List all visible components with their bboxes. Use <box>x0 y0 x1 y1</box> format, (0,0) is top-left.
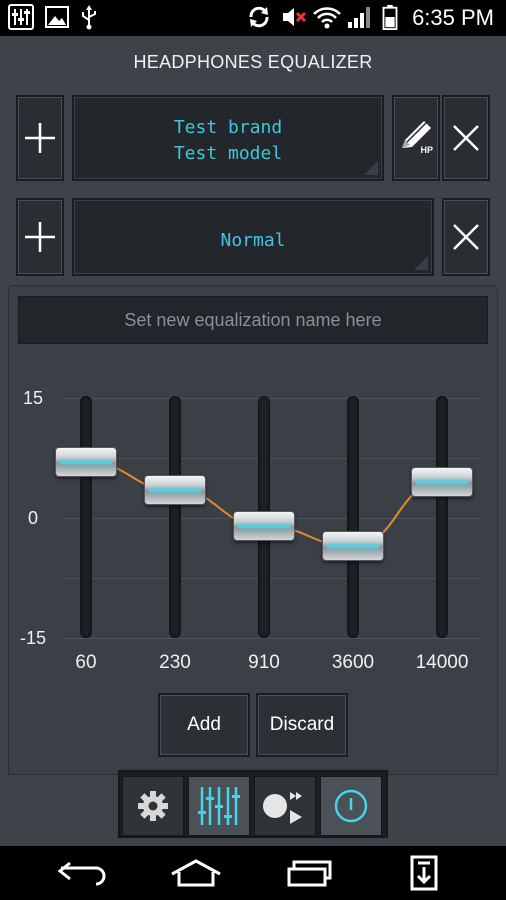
slider-thumb-3600[interactable] <box>322 531 384 561</box>
add-headphone-button[interactable] <box>16 95 64 181</box>
frequency-label: 60 <box>75 652 97 673</box>
usb-icon <box>82 5 96 30</box>
slider-thumb-230[interactable] <box>144 475 206 505</box>
discard-button[interactable]: Discard <box>256 693 348 757</box>
gridline <box>62 398 482 399</box>
image-icon <box>45 6 69 28</box>
headphone-model: Test model <box>173 143 283 164</box>
preset-selector[interactable]: Normal <box>72 198 434 276</box>
dropdown-corner-icon <box>364 161 378 175</box>
mute-icon <box>283 8 307 26</box>
download-button[interactable] <box>389 854 459 892</box>
slider-thumb-910[interactable] <box>233 511 295 541</box>
add-preset-button[interactable] <box>16 198 64 276</box>
power-button[interactable] <box>320 776 382 836</box>
slider-thumb-14000[interactable] <box>411 467 473 497</box>
dropdown-corner-icon <box>414 256 428 270</box>
recents-button[interactable] <box>275 854 345 892</box>
frequency-label: 230 <box>159 652 191 673</box>
plus-icon <box>25 123 55 153</box>
headphone-brand: Test brand <box>173 117 283 138</box>
close-icon <box>453 224 479 250</box>
hp-badge: HP <box>420 145 433 155</box>
sync-icon <box>249 6 269 28</box>
back-button[interactable] <box>47 854 117 892</box>
settings-button[interactable] <box>122 776 184 836</box>
download-icon <box>410 855 438 891</box>
page-title: HEADPHONES EQUALIZER <box>133 52 373 72</box>
preset-name: Normal <box>220 230 286 251</box>
y-axis-min-label: -15 <box>19 628 46 648</box>
gear-icon <box>138 791 168 821</box>
frequency-label: 910 <box>248 652 280 673</box>
gridline <box>62 638 482 639</box>
slider-track[interactable] <box>80 396 92 638</box>
signal-icon <box>348 7 370 28</box>
equalization-name-input[interactable] <box>18 296 488 344</box>
gridline <box>62 458 482 459</box>
edit-headphone-button[interactable]: HP <box>392 95 440 181</box>
record-playback-icon <box>263 792 302 824</box>
clock: 6:35 PM <box>412 5 494 30</box>
battery-icon <box>382 4 398 30</box>
equalizer-notification-icon <box>8 4 34 30</box>
playback-button[interactable] <box>254 776 316 836</box>
frequency-label: 3600 <box>331 652 375 673</box>
back-icon <box>57 861 106 886</box>
home-icon <box>171 859 221 887</box>
navigation-bar <box>0 846 506 900</box>
add-button[interactable]: Add <box>158 693 250 757</box>
y-axis-max-label: 15 <box>22 388 44 408</box>
close-icon <box>453 125 479 151</box>
headphone-selector[interactable]: Test brand Test model <box>72 95 384 181</box>
y-axis-mid-label: 0 <box>27 508 38 528</box>
recents-icon <box>287 860 332 887</box>
slider-track[interactable] <box>169 396 181 638</box>
status-bar: 6:35 PM <box>0 0 506 36</box>
home-button[interactable] <box>161 854 231 892</box>
bottom-toolbar <box>118 770 388 838</box>
plus-icon <box>25 222 55 252</box>
slider-track[interactable] <box>347 396 359 638</box>
frequency-label: 14000 <box>415 652 469 673</box>
power-icon <box>334 789 368 823</box>
equalizer-tab-button[interactable] <box>188 776 250 836</box>
wifi-icon <box>313 7 341 29</box>
sliders-icon <box>198 787 240 825</box>
slider-track[interactable] <box>436 396 448 638</box>
delete-preset-button[interactable] <box>442 198 490 276</box>
gridline <box>62 578 482 579</box>
delete-headphone-button[interactable] <box>442 95 490 181</box>
slider-thumb-60[interactable] <box>55 447 117 477</box>
